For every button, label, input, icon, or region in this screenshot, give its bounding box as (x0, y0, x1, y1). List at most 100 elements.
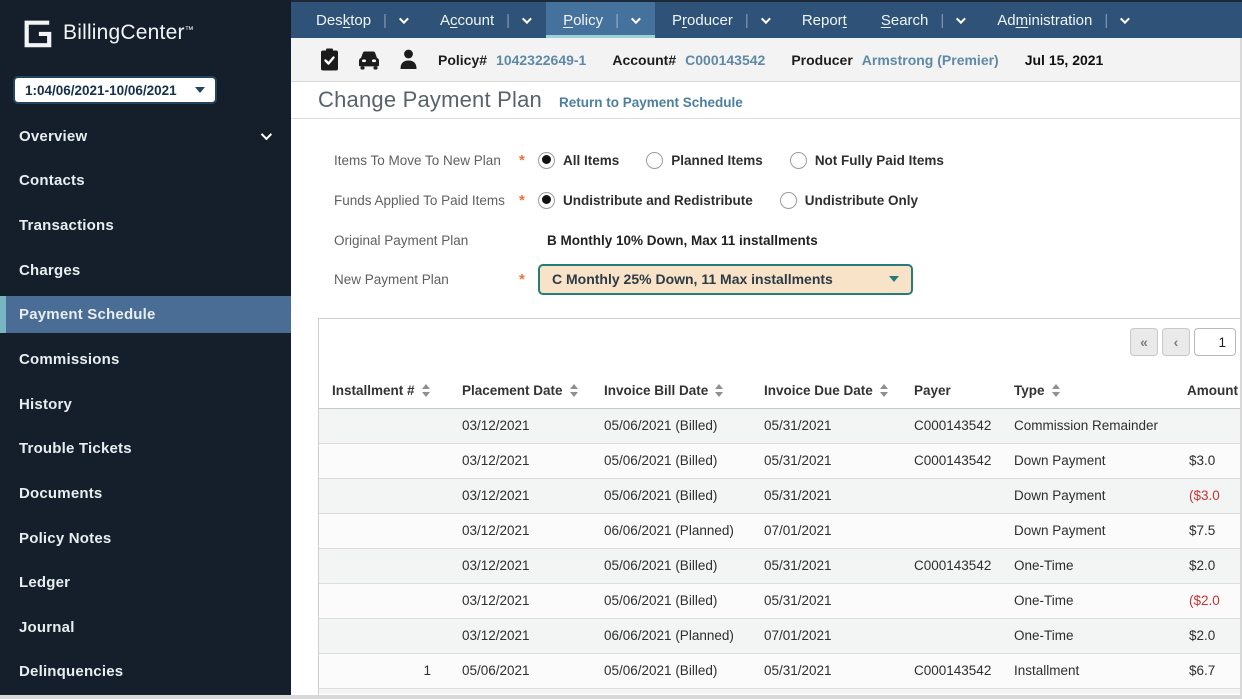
sort-icon (880, 384, 888, 397)
page-title: Change Payment Plan (318, 87, 542, 113)
caret-down-icon (889, 276, 899, 282)
radio-undistribute-and-redistribute[interactable]: Undistribute and Redistribute (538, 192, 753, 209)
sidebar-item-transactions[interactable]: Transactions (0, 203, 291, 248)
vehicle-icon (358, 50, 380, 70)
nav-item-account[interactable]: Account | (423, 2, 546, 38)
table-row[interactable]: 03/12/2021 06/06/2021 (Planned) 07/01/20… (319, 513, 1242, 548)
sidebar-item-journal[interactable]: Journal (0, 605, 291, 650)
caret-down-icon (195, 87, 205, 93)
table-row[interactable]: 03/12/2021 05/06/2021 (Billed) 05/31/202… (319, 548, 1242, 583)
brand-name: BillingCenter™ (63, 21, 194, 45)
funds-applied-row: Funds Applied To Paid Items * Undistribu… (334, 180, 1242, 220)
clipboard-check-icon (320, 48, 339, 71)
chevron-down-icon[interactable] (522, 14, 532, 24)
producer-link[interactable]: Armstrong (Premier) (862, 52, 999, 68)
date-range-dropdown[interactable]: 1:04/06/2021-10/06/2021 (13, 76, 217, 104)
radio-button-icon[interactable] (538, 152, 555, 169)
table-row[interactable]: 03/12/2021 05/06/2021 (Billed) 05/31/202… (319, 478, 1242, 513)
new-payment-plan-value: C Monthly 25% Down, 11 Max installments (552, 271, 889, 287)
column-type[interactable]: Type (1001, 373, 1174, 408)
original-payment-plan-row: Original Payment Plan B Monthly 10% Down… (334, 220, 1242, 260)
policy-number-label: Policy# (438, 52, 487, 68)
sidebar-item-ledger[interactable]: Ledger (0, 560, 291, 605)
nav-item-desktop[interactable]: Desktop | (299, 2, 423, 38)
radio-button-icon[interactable] (646, 152, 663, 169)
brand: BillingCenter™ (0, 0, 291, 48)
column-installment-number[interactable]: Installment # (319, 373, 449, 408)
guidewire-logo-icon (22, 18, 52, 48)
funds-applied-radio-group: Undistribute and Redistribute Undistribu… (538, 192, 918, 209)
required-asterisk: * (519, 192, 538, 209)
nav-separator: | (940, 12, 944, 29)
nav-item-report[interactable]: Report (785, 2, 864, 38)
chevron-down-icon (261, 129, 272, 140)
sidebar-item-history[interactable]: History (0, 382, 291, 427)
table-row[interactable]: 1 05/06/2021 05/06/2021 (Billed) 05/31/2… (319, 653, 1242, 688)
chevron-down-icon[interactable] (1120, 14, 1130, 24)
context-bar: Policy# 1042322649-1 Account# C000143542… (291, 38, 1242, 82)
chevron-down-icon[interactable] (761, 14, 771, 24)
sidebar-item-contacts[interactable]: Contacts (0, 159, 291, 204)
radio-button-icon[interactable] (780, 192, 797, 209)
radio-button-icon[interactable] (790, 152, 807, 169)
pagination-prev-button[interactable]: ‹ (1162, 328, 1190, 356)
return-to-payment-schedule-link[interactable]: Return to Payment Schedule (559, 95, 743, 110)
sidebar-item-commissions[interactable]: Commissions (0, 337, 291, 382)
sidebar-item-trouble-tickets[interactable]: Trouble Tickets (0, 427, 291, 472)
title-bar: Change Payment Plan Return to Payment Sc… (291, 82, 1242, 119)
column-invoice-due-date[interactable]: Invoice Due Date (751, 373, 901, 408)
table-row[interactable]: 03/12/2021 05/06/2021 (Billed) 05/31/202… (319, 443, 1242, 478)
sidebar-item-overview[interactable]: Overview (0, 114, 291, 159)
chevron-down-icon[interactable] (399, 14, 409, 24)
pagination: « ‹ 1 / (1130, 328, 1242, 356)
person-icon (399, 49, 418, 70)
sidebar-item-delinquencies[interactable]: Delinquencies (0, 650, 291, 695)
radio-not-fully-paid-items[interactable]: Not Fully Paid Items (790, 152, 944, 169)
sidebar-item-charges[interactable]: Charges (0, 248, 291, 293)
table-row[interactable]: 03/12/2021 06/06/2021 (Planned) 07/01/20… (319, 618, 1242, 653)
policy-number-link[interactable]: 1042322649-1 (496, 52, 586, 68)
column-payer[interactable]: Payer (901, 373, 1001, 408)
account-number-label: Account# (612, 52, 676, 68)
pagination-first-button[interactable]: « (1130, 328, 1158, 356)
column-placement-date[interactable]: Placement Date (449, 373, 591, 408)
producer-label: Producer (791, 52, 852, 68)
nav-separator: | (1104, 12, 1108, 29)
table-row[interactable]: 03/12/2021 05/06/2021 (Billed) 05/31/202… (319, 583, 1242, 618)
installments-table: Installment # Placement Date Invoice Bil… (319, 373, 1242, 694)
funds-applied-label: Funds Applied To Paid Items (334, 193, 519, 208)
table-row[interactable]: 03/12/2021 05/06/2021 (Billed) 05/31/202… (319, 408, 1242, 443)
new-payment-plan-row: New Payment Plan * C Monthly 25% Down, 1… (334, 262, 1242, 296)
new-payment-plan-label: New Payment Plan (334, 272, 519, 287)
chevron-down-icon[interactable] (631, 14, 641, 24)
nav-item-search[interactable]: Search | (864, 2, 980, 38)
column-amount[interactable]: Amount (1174, 373, 1242, 408)
account-number-link[interactable]: C000143542 (685, 52, 765, 68)
chevron-down-icon[interactable] (956, 14, 966, 24)
sidebar-item-policy-notes[interactable]: Policy Notes (0, 516, 291, 561)
table-row (319, 688, 1242, 694)
sort-icon (715, 384, 723, 397)
context-date: Jul 15, 2021 (1025, 52, 1104, 68)
pagination-page-input[interactable]: 1 (1194, 328, 1236, 356)
sidebar-menu: Overview Contacts Transactions Charges P… (0, 114, 291, 694)
nav-item-policy[interactable]: Policy | (546, 2, 655, 38)
table-header-row: Installment # Placement Date Invoice Bil… (319, 373, 1242, 408)
nav-item-administration[interactable]: Administration | (980, 2, 1144, 38)
required-asterisk: * (519, 271, 538, 288)
radio-undistribute-only[interactable]: Undistribute Only (780, 192, 918, 209)
new-payment-plan-select[interactable]: C Monthly 25% Down, 11 Max installments (538, 264, 913, 295)
required-asterisk: * (519, 152, 538, 169)
sidebar-item-documents[interactable]: Documents (0, 471, 291, 516)
sort-icon (1052, 384, 1060, 397)
original-payment-plan-value: B Monthly 10% Down, Max 11 installments (547, 233, 818, 248)
radio-button-icon[interactable] (538, 192, 555, 209)
nav-item-producer[interactable]: Producer | (655, 2, 785, 38)
column-invoice-bill-date[interactable]: Invoice Bill Date (591, 373, 751, 408)
top-nav: Desktop | Account | Policy | Producer | … (291, 0, 1242, 38)
sidebar-item-payment-schedule[interactable]: Payment Schedule (0, 296, 291, 333)
change-payment-plan-form: Items To Move To New Plan * All Items Pl… (291, 119, 1242, 296)
radio-all-items[interactable]: All Items (538, 152, 619, 169)
original-payment-plan-label: Original Payment Plan (334, 233, 519, 248)
radio-planned-items[interactable]: Planned Items (646, 152, 763, 169)
